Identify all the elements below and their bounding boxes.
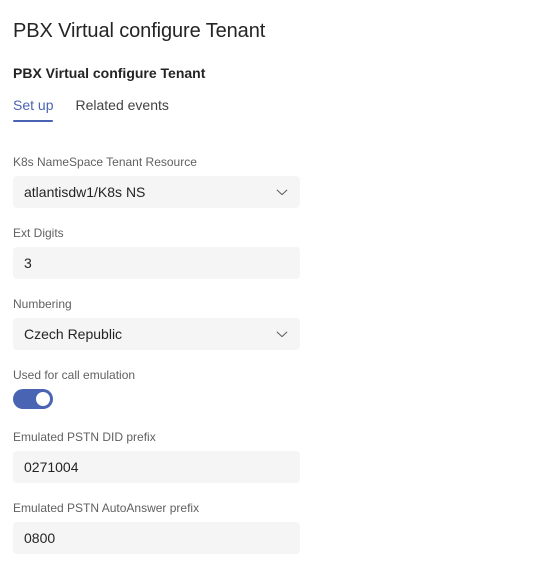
ext-digits-label: Ext Digits [13,226,64,240]
pstn-autoanswer-prefix-value: 0800 [24,530,56,546]
pstn-did-prefix-input[interactable]: 0271004 [13,451,300,483]
tab-set-up[interactable]: Set up [13,96,54,122]
tab-related-events-label: Related events [75,97,169,113]
setup-form: K8s NameSpace Tenant Resource atlantisdw… [0,122,538,554]
page-title: PBX Virtual configure Tenant [13,20,266,42]
chevron-down-icon [274,326,290,342]
call-emulation-toggle[interactable] [13,389,53,409]
pstn-autoanswer-prefix-label: Emulated PSTN AutoAnswer prefix [13,501,200,515]
numbering-value: Czech Republic [24,326,123,342]
field-pstn-autoanswer-prefix: Emulated PSTN AutoAnswer prefix 0800 [0,500,538,554]
ext-digits-input[interactable]: 3 [13,247,300,279]
call-emulation-label: Used for call emulation [13,368,136,382]
pstn-did-prefix-label: Emulated PSTN DID prefix [13,430,156,444]
ext-digits-value: 3 [24,255,32,271]
field-k8s-namespace: K8s NameSpace Tenant Resource atlantisdw… [0,154,538,208]
field-numbering: Numbering Czech Republic [0,296,538,350]
section-title: PBX Virtual configure Tenant [13,65,206,81]
field-ext-digits: Ext Digits 3 [0,225,538,279]
pstn-did-prefix-value: 0271004 [24,459,79,475]
k8s-namespace-label: K8s NameSpace Tenant Resource [13,155,197,169]
k8s-namespace-value: atlantisdw1/K8s NS [24,184,146,200]
pstn-autoanswer-prefix-input[interactable]: 0800 [13,522,300,554]
field-call-emulation: Used for call emulation [0,367,538,409]
field-pstn-did-prefix: Emulated PSTN DID prefix 0271004 [0,429,538,483]
configure-tenant-panel: PBX Virtual configure Tenant PBX Virtual… [0,0,538,563]
tab-related-events[interactable]: Related events [75,96,168,122]
toggle-knob [36,392,50,406]
k8s-namespace-select[interactable]: atlantisdw1/K8s NS [13,176,300,208]
tab-bar: Set up Related events [0,82,538,122]
tab-set-up-label: Set up [13,97,54,113]
numbering-select[interactable]: Czech Republic [13,318,300,350]
chevron-down-icon [274,184,290,200]
numbering-label: Numbering [13,297,72,311]
